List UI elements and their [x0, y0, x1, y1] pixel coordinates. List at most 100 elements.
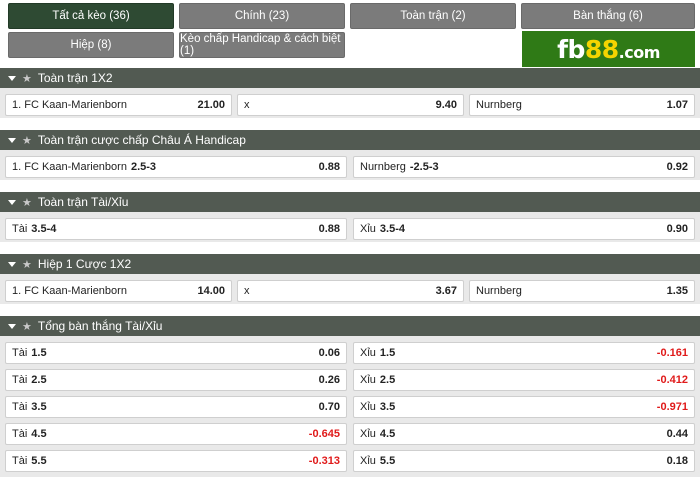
odds-cell[interactable]: Tài 3.5 0.70 [5, 396, 347, 418]
section-header[interactable]: ★ Tổng bàn thắng Tài/Xỉu [0, 316, 700, 336]
section-header[interactable]: ★ Toàn trận 1X2 [0, 68, 700, 88]
odds-cell[interactable]: Tài 3.5-4 0.88 [5, 218, 347, 240]
collapse-caret-icon[interactable] [8, 323, 16, 329]
odds-cell[interactable]: x 3.67 [237, 280, 464, 302]
selection-name: Tài [12, 347, 28, 359]
odds-cell[interactable]: Xỉu 3.5 -0.971 [353, 396, 695, 418]
handicap-line: 4.5 [31, 428, 47, 440]
favorite-star-icon[interactable]: ★ [22, 258, 32, 271]
odds-value: -0.412 [656, 374, 688, 386]
selection-name: Tài [12, 223, 28, 235]
odds-row: Tài 3.5-4 0.88 Xỉu 3.5-4 0.90 [0, 218, 700, 240]
collapse-caret-icon[interactable] [8, 261, 16, 267]
odds-cell[interactable]: Xỉu 2.5 -0.412 [353, 369, 695, 391]
odds-row: Tài 5.5 -0.313 Xỉu 5.5 0.18 [0, 450, 700, 472]
selection-name: Tài [12, 428, 28, 440]
section-title: Hiệp 1 Cược 1X2 [37, 257, 132, 271]
selection-name: Nurnberg [360, 161, 406, 173]
tab-full-time[interactable]: Toàn trận (2) [350, 3, 516, 29]
odds-value: -0.313 [308, 455, 340, 467]
selection-label: x [244, 285, 432, 297]
odds-row: 1. FC Kaan-Marienborn 2.5-3 0.88 Nurnberg -2… [0, 156, 700, 178]
selection-label: Tài 3.5-4 [12, 223, 315, 235]
selection-label: Xỉu 5.5 [360, 455, 663, 467]
section-header[interactable]: ★ Toàn trận cược chấp Châu Á Handicap [0, 130, 700, 150]
odds-cell[interactable]: Xỉu 4.5 0.44 [353, 423, 695, 445]
collapse-caret-icon[interactable] [8, 137, 16, 143]
odds-value: 1.35 [666, 285, 688, 297]
favorite-star-icon[interactable]: ★ [22, 196, 32, 209]
selection-label: Xỉu 3.5 [360, 401, 653, 413]
selection-label: 1. FC Kaan-Marienborn [12, 285, 193, 297]
selection-name: Xỉu [360, 223, 376, 235]
odds-value: 9.40 [435, 99, 457, 111]
selection-name: Xỉu [360, 401, 376, 413]
odds-cell[interactable]: 1. FC Kaan-Marienborn 14.00 [5, 280, 232, 302]
odds-value: -0.645 [308, 428, 340, 440]
fb88-logo: fb88.com [522, 31, 695, 67]
odds-row: 1. FC Kaan-Marienborn 14.00 x 3.67 Nurnberg 1… [0, 280, 700, 302]
odds-row: Tài 2.5 0.26 Xỉu 2.5 -0.412 [0, 369, 700, 391]
section-header[interactable]: ★ Hiệp 1 Cược 1X2 [0, 254, 700, 274]
odds-value: -0.971 [656, 401, 688, 413]
selection-name: Xỉu [360, 428, 376, 440]
odds-value: 0.26 [318, 374, 340, 386]
section-title: Toàn trận cược chấp Châu Á Handicap [37, 133, 246, 147]
selection-name: Xỉu [360, 347, 376, 359]
selection-name: Nurnberg [476, 99, 522, 111]
tab-goals[interactable]: Bàn thắng (6) [521, 3, 695, 29]
odds-cell[interactable]: Tài 1.5 0.06 [5, 342, 347, 364]
odds-value: 0.44 [666, 428, 688, 440]
odds-row: Tài 3.5 0.70 Xỉu 3.5 -0.971 [0, 396, 700, 418]
odds-cell[interactable]: 1. FC Kaan-Marienborn 2.5-3 0.88 [5, 156, 347, 178]
market-tabs: Tất cả kèo (36) Chính (23) Toàn trận (2)… [0, 0, 700, 68]
odds-cell[interactable]: Nurnberg 1.35 [469, 280, 695, 302]
odds-cell[interactable]: Nurnberg 1.07 [469, 94, 695, 116]
handicap-line: 4.5 [379, 428, 396, 440]
tab-all[interactable]: Tất cả kèo (36) [8, 3, 174, 29]
favorite-star-icon[interactable]: ★ [22, 72, 32, 85]
selection-name: 1. FC Kaan-Marienborn [12, 99, 127, 111]
selection-name: x [244, 99, 250, 111]
favorite-star-icon[interactable]: ★ [22, 134, 32, 147]
odds-cell[interactable]: Tài 5.5 -0.313 [5, 450, 347, 472]
selection-label: 1. FC Kaan-Marienborn 2.5-3 [12, 161, 315, 173]
odds-value: 0.88 [318, 223, 340, 235]
selection-label: Tài 5.5 [12, 455, 305, 467]
tab-half[interactable]: Hiệp (8) [8, 32, 174, 58]
tab-main[interactable]: Chính (23) [179, 3, 345, 29]
odds-value: 0.92 [666, 161, 688, 173]
odds-cell[interactable]: Xỉu 3.5-4 0.90 [353, 218, 695, 240]
collapse-caret-icon[interactable] [8, 75, 16, 81]
section-title: Toàn trận Tài/Xỉu [37, 195, 129, 209]
section-header[interactable]: ★ Toàn trận Tài/Xỉu [0, 192, 700, 212]
selection-label: Nurnberg [476, 285, 663, 297]
selection-label: Tài 3.5 [12, 401, 315, 413]
odds-cell[interactable]: 1. FC Kaan-Marienborn 21.00 [5, 94, 232, 116]
collapse-caret-icon[interactable] [8, 199, 16, 205]
handicap-line: -2.5-3 [409, 161, 439, 173]
odds-cell[interactable]: Xỉu 1.5 -0.161 [353, 342, 695, 364]
handicap-line: 3.5-4 [31, 223, 57, 235]
section-title: Toàn trận 1X2 [37, 71, 113, 85]
selection-label: x [244, 99, 432, 111]
odds-cell[interactable]: Xỉu 5.5 0.18 [353, 450, 695, 472]
handicap-line: 1.5 [379, 347, 396, 359]
tab-handicap[interactable]: Kèo chấp Handicap & cách biệt (1) [179, 32, 345, 58]
odds-value: 0.06 [318, 347, 340, 359]
section-title: Tổng bàn thắng Tài/Xỉu [37, 319, 163, 333]
handicap-line: 3.5-4 [379, 223, 405, 235]
odds-value: 3.67 [435, 285, 457, 297]
selection-name: Xỉu [360, 374, 376, 386]
odds-row: Tài 1.5 0.06 Xỉu 1.5 -0.161 [0, 342, 700, 364]
odds-cell[interactable]: Tài 2.5 0.26 [5, 369, 347, 391]
selection-label: Nurnberg -2.5-3 [360, 161, 663, 173]
odds-cell[interactable]: Nurnberg -2.5-3 0.92 [353, 156, 695, 178]
odds-cell[interactable]: x 9.40 [237, 94, 464, 116]
handicap-line: 2.5-3 [130, 161, 157, 173]
odds-value: 1.07 [666, 99, 688, 111]
selection-label: Tài 4.5 [12, 428, 305, 440]
favorite-star-icon[interactable]: ★ [22, 320, 32, 333]
odds-cell[interactable]: Tài 4.5 -0.645 [5, 423, 347, 445]
selection-label: Tài 1.5 [12, 347, 315, 359]
